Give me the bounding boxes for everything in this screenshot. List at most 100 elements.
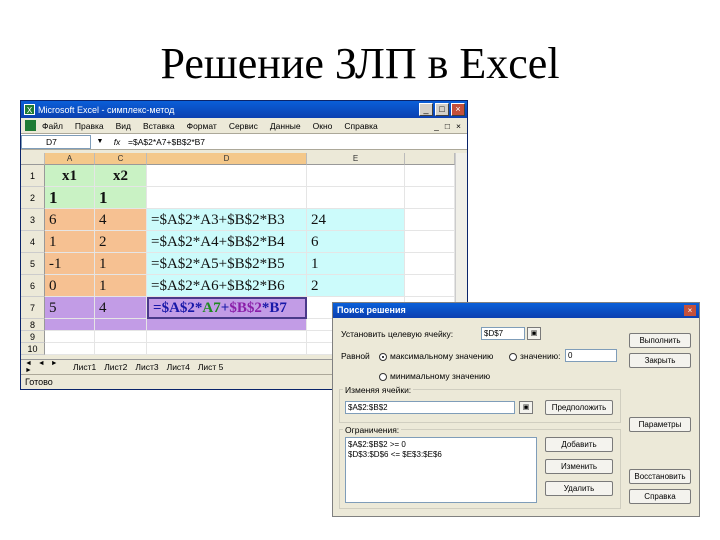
cell-d6[interactable]: 2 — [307, 275, 405, 297]
chevron-down-icon[interactable]: ▼ — [91, 138, 109, 145]
cell-a6[interactable]: 0 — [45, 275, 95, 297]
cell-e1[interactable] — [405, 165, 455, 187]
select-all-corner[interactable] — [21, 153, 45, 165]
cell-c10[interactable] — [147, 343, 307, 355]
cell-e3[interactable] — [405, 209, 455, 231]
changing-cells-field[interactable]: $A$2:$B$2 — [345, 401, 515, 414]
row-header[interactable]: 7 — [21, 297, 45, 319]
cell-c7-selected[interactable]: =$A$2*A7+$B$2*B7 — [147, 297, 307, 319]
cell-c1[interactable] — [147, 165, 307, 187]
fx-icon[interactable]: fx — [109, 137, 125, 147]
cell-b8[interactable] — [95, 319, 147, 331]
value-of-field[interactable]: 0 — [565, 349, 617, 362]
menu-data[interactable]: Данные — [270, 121, 301, 131]
radio-min[interactable]: минимальному значению — [379, 371, 490, 381]
cell-b1[interactable]: x2 — [95, 165, 147, 187]
cell-e6[interactable] — [405, 275, 455, 297]
cell-b6[interactable]: 1 — [95, 275, 147, 297]
cell-a2[interactable]: 1 — [45, 187, 95, 209]
cell-d3[interactable]: 24 — [307, 209, 405, 231]
cell-e2[interactable] — [405, 187, 455, 209]
cell-a9[interactable] — [45, 331, 95, 343]
cell-a7[interactable]: 5 — [45, 297, 95, 319]
cell-a1[interactable]: x1 — [45, 165, 95, 187]
name-box[interactable]: D7 — [21, 134, 91, 149]
collapse-dialog-icon[interactable]: ▣ — [527, 327, 541, 340]
list-item[interactable]: $A$2:$B$2 >= 0 — [348, 440, 534, 450]
menu-tools[interactable]: Сервис — [229, 121, 258, 131]
radio-value[interactable]: значению: — [509, 351, 560, 361]
add-button[interactable]: Добавить — [545, 437, 613, 452]
menu-format[interactable]: Формат — [187, 121, 217, 131]
cell-e5[interactable] — [405, 253, 455, 275]
cell-b10[interactable] — [95, 343, 147, 355]
change-button[interactable]: Изменить — [545, 459, 613, 474]
cell-c8[interactable] — [147, 319, 307, 331]
row-header[interactable]: 10 — [21, 343, 45, 355]
radio-max[interactable]: максимальному значению — [379, 351, 493, 361]
cell-d2[interactable] — [307, 187, 405, 209]
cell-c9[interactable] — [147, 331, 307, 343]
cell-d5[interactable]: 1 — [307, 253, 405, 275]
cell-b9[interactable] — [95, 331, 147, 343]
cell-c5[interactable]: =$A$2*A5+$B$2*B5 — [147, 253, 307, 275]
close-dialog-button[interactable]: Закрыть — [629, 353, 691, 368]
cell-b5[interactable]: 1 — [95, 253, 147, 275]
col-header-c[interactable]: C — [95, 153, 147, 165]
formula-input[interactable]: =$A$2*A7+$B$2*B7 — [125, 137, 467, 147]
cell-e4[interactable] — [405, 231, 455, 253]
cell-a10[interactable] — [45, 343, 95, 355]
sheet-tab-3[interactable]: Лист3 — [131, 362, 162, 372]
cell-c2[interactable] — [147, 187, 307, 209]
row-header[interactable]: 4 — [21, 231, 45, 253]
menu-window[interactable]: Окно — [313, 121, 333, 131]
sheet-tab-1[interactable]: Лист1 — [69, 362, 100, 372]
cell-d4[interactable]: 6 — [307, 231, 405, 253]
tab-nav-arrows[interactable]: ◄ ◄ ► ► — [21, 360, 69, 374]
workbook-restore-button[interactable]: □ — [445, 121, 450, 131]
help-button[interactable]: Справка — [629, 489, 691, 504]
cell-a8[interactable] — [45, 319, 95, 331]
row-header[interactable]: 1 — [21, 165, 45, 187]
target-cell-field[interactable]: $D$7 — [481, 327, 525, 340]
cell-d1[interactable] — [307, 165, 405, 187]
collapse-dialog-icon[interactable]: ▣ — [519, 401, 533, 414]
sheet-tab-2[interactable]: Лист2 — [100, 362, 131, 372]
menu-insert[interactable]: Вставка — [143, 121, 175, 131]
row-header[interactable]: 5 — [21, 253, 45, 275]
menu-view[interactable]: Вид — [116, 121, 131, 131]
cell-a5[interactable]: -1 — [45, 253, 95, 275]
cell-b3[interactable]: 4 — [95, 209, 147, 231]
minimize-button[interactable]: _ — [419, 103, 433, 116]
cell-b4[interactable]: 2 — [95, 231, 147, 253]
row-header[interactable]: 2 — [21, 187, 45, 209]
row-header[interactable]: 8 — [21, 319, 45, 331]
menu-help[interactable]: Справка — [344, 121, 377, 131]
constraints-list[interactable]: $A$2:$B$2 >= 0 $D$3:$D$6 <= $E$3:$E$6 — [345, 437, 537, 503]
row-header[interactable]: 3 — [21, 209, 45, 231]
guess-button[interactable]: Предположить — [545, 400, 613, 415]
row-header[interactable]: 9 — [21, 331, 45, 343]
cell-c3[interactable]: =$A$2*A3+$B$2*B3 — [147, 209, 307, 231]
sheet-tab-4[interactable]: Лист4 — [163, 362, 194, 372]
col-header-d[interactable]: D — [147, 153, 307, 165]
delete-button[interactable]: Удалить — [545, 481, 613, 496]
close-icon[interactable]: × — [684, 305, 696, 316]
sheet-tab-5[interactable]: Лист 5 — [194, 362, 228, 372]
workbook-minimize-button[interactable]: _ — [434, 121, 439, 131]
col-header-a[interactable]: A — [45, 153, 95, 165]
col-header-f[interactable] — [405, 153, 455, 165]
workbook-icon[interactable] — [25, 120, 36, 131]
run-button[interactable]: Выполнить — [629, 333, 691, 348]
row-header[interactable]: 6 — [21, 275, 45, 297]
options-button[interactable]: Параметры — [629, 417, 691, 432]
col-header-e[interactable]: E — [307, 153, 405, 165]
menu-edit[interactable]: Правка — [75, 121, 104, 131]
cell-a4[interactable]: 1 — [45, 231, 95, 253]
close-button[interactable]: × — [451, 103, 465, 116]
reset-all-button[interactable]: Восстановить — [629, 469, 691, 484]
cell-c6[interactable]: =$A$2*A6+$B$2*B6 — [147, 275, 307, 297]
workbook-close-button[interactable]: × — [456, 121, 461, 131]
cell-a3[interactable]: 6 — [45, 209, 95, 231]
cell-b7[interactable]: 4 — [95, 297, 147, 319]
